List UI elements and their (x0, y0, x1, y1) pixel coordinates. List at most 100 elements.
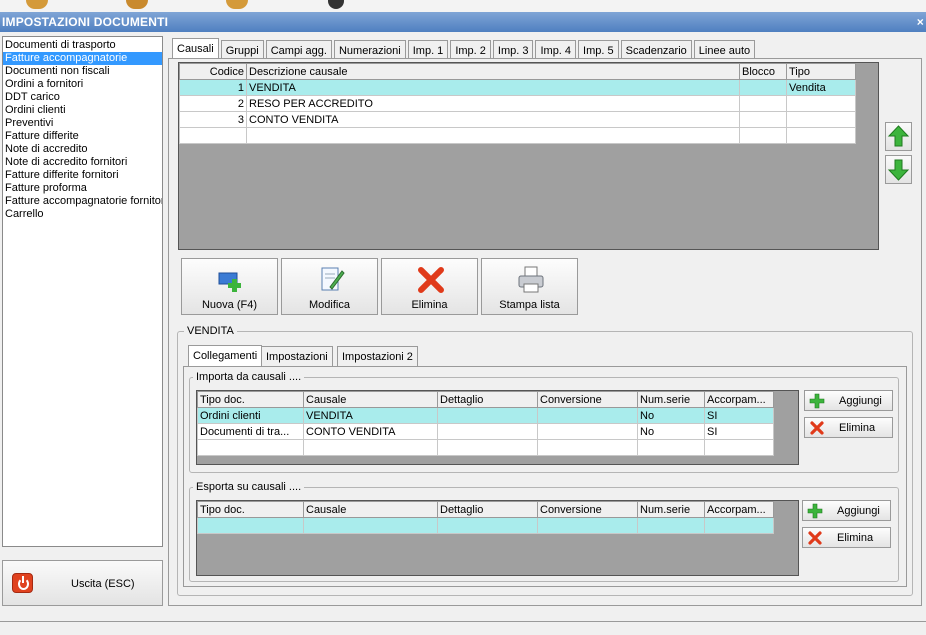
column-header[interactable]: Conversione (537, 391, 638, 408)
tab-linee-auto[interactable]: Linee auto (693, 40, 756, 60)
print-list-button[interactable]: Stampa lista (481, 258, 578, 315)
table-cell (246, 127, 740, 144)
list-item[interactable]: Fatture differite fornitori (3, 169, 162, 182)
table-row[interactable]: 2 RESO PER ACCREDITO (179, 95, 856, 112)
exit-button[interactable]: Uscita (ESC) (2, 560, 163, 606)
import-remove-button[interactable]: Elimina (804, 417, 893, 438)
list-item[interactable]: Fatture accompagnatorie fornitori (3, 195, 162, 208)
column-header[interactable]: Dettaglio (437, 391, 538, 408)
tab-imp-4[interactable]: Imp. 4 (535, 40, 577, 60)
user-icon (26, 0, 48, 9)
list-item[interactable]: Documenti di trasporto (3, 39, 162, 52)
list-item[interactable]: DDT carico (3, 91, 162, 104)
table-cell: 3 (179, 111, 247, 128)
new-causale-label: Nuova (F4) (201, 299, 258, 311)
table-row[interactable]: Documenti di tra... CONTO VENDITA No SI (197, 423, 774, 440)
list-item[interactable]: Carrello (3, 208, 162, 221)
tab-imp-3[interactable]: Imp. 3 (492, 40, 534, 60)
tab-scadenzario[interactable]: Scadenzario (620, 40, 692, 60)
subtab-impostazioni[interactable]: Impostazioni (261, 346, 333, 366)
causali-grid[interactable]: Codice Descrizione causale Blocco Tipo 1 VEN… (178, 62, 879, 250)
column-header[interactable]: Num.serie (637, 391, 705, 408)
export-remove-button[interactable]: Elimina (802, 527, 891, 548)
column-header[interactable]: Accorpam... (704, 391, 774, 408)
table-cell (537, 439, 638, 456)
move-down-button[interactable] (885, 155, 912, 184)
table-cell (739, 79, 787, 96)
close-icon[interactable]: × (917, 12, 924, 32)
import-group-title: Importa da causali .... (193, 371, 305, 383)
subtab-impostazioni-2[interactable]: Impostazioni 2 (337, 346, 418, 366)
list-item[interactable]: Preventivi (3, 117, 162, 130)
table-cell (303, 439, 438, 456)
move-up-button[interactable] (885, 122, 912, 151)
column-header[interactable]: Num.serie (637, 501, 705, 518)
column-header[interactable]: Accorpam... (704, 501, 774, 518)
column-header[interactable]: Descrizione causale (246, 63, 740, 80)
list-item[interactable]: Fatture proforma (3, 182, 162, 195)
import-remove-label: Elimina (839, 422, 876, 434)
user-icon (328, 0, 344, 9)
export-grid[interactable]: Tipo doc. Causale Dettaglio Conversione Num.… (196, 500, 799, 576)
tab-imp-2[interactable]: Imp. 2 (450, 40, 491, 60)
table-cell: SI (704, 407, 774, 424)
import-grid[interactable]: Tipo doc. Causale Dettaglio Conversione Num.… (196, 390, 799, 465)
tab-causali[interactable]: Causali (172, 38, 219, 60)
table-cell: CONTO VENDITA (246, 111, 740, 128)
settings-tabs: Causali Gruppi Campi agg. Numerazioni Imp. 1… (172, 38, 757, 60)
window-title: IMPOSTAZIONI DOCUMENTI (2, 15, 169, 29)
document-type-list[interactable]: Documenti di trasporto Fatture accompagna… (2, 36, 163, 547)
table-cell (704, 439, 774, 456)
subtab-collegamenti[interactable]: Collegamenti (188, 345, 263, 367)
table-row[interactable]: 3 CONTO VENDITA (179, 111, 856, 128)
tab-gruppi[interactable]: Gruppi (220, 40, 264, 60)
list-item[interactable]: Fatture accompagnatorie (3, 52, 162, 65)
delete-icon (810, 421, 824, 435)
window-title-bar: IMPOSTAZIONI DOCUMENTI × (0, 12, 926, 32)
list-item[interactable]: Documenti non fiscali (3, 65, 162, 78)
delete-causale-button[interactable]: Elimina (381, 258, 478, 315)
tab-campi-agg[interactable]: Campi agg. (265, 40, 332, 60)
column-header[interactable]: Conversione (537, 501, 638, 518)
table-cell: SI (704, 423, 774, 440)
status-bar (0, 621, 926, 635)
delete-causale-label: Elimina (411, 299, 448, 311)
table-cell (179, 127, 247, 144)
table-row[interactable]: 1 VENDITA Vendita (179, 79, 856, 96)
table-cell (437, 439, 538, 456)
printer-icon (518, 266, 544, 293)
column-header[interactable]: Blocco (739, 63, 787, 80)
table-cell (637, 439, 705, 456)
import-add-label: Aggiungi (839, 395, 882, 407)
column-header[interactable]: Dettaglio (437, 501, 538, 518)
table-row[interactable] (197, 517, 774, 534)
column-header[interactable]: Tipo doc. (197, 501, 304, 518)
list-item[interactable]: Note di accredito fornitori (3, 156, 162, 169)
table-cell (739, 111, 787, 128)
edit-document-icon (321, 267, 345, 291)
import-add-button[interactable]: Aggiungi (804, 390, 893, 411)
column-header[interactable]: Tipo doc. (197, 391, 304, 408)
column-header[interactable]: Codice (179, 63, 247, 80)
table-row[interactable]: Ordini clienti VENDITA No SI (197, 407, 774, 424)
export-add-button[interactable]: Aggiungi (802, 500, 891, 521)
list-item[interactable]: Ordini a fornitori (3, 78, 162, 91)
tab-imp-5[interactable]: Imp. 5 (578, 40, 619, 60)
table-row[interactable] (179, 127, 856, 144)
table-cell (739, 95, 787, 112)
column-header[interactable]: Tipo (786, 63, 856, 80)
delete-icon (418, 267, 444, 293)
user-icon (126, 0, 148, 9)
tab-imp-1[interactable]: Imp. 1 (407, 40, 449, 60)
list-item[interactable]: Note di accredito (3, 143, 162, 156)
column-header[interactable]: Causale (303, 501, 438, 518)
edit-causale-label: Modifica (309, 299, 350, 311)
edit-causale-button[interactable]: Modifica (281, 258, 378, 315)
table-cell (437, 407, 538, 424)
tab-numerazioni[interactable]: Numerazioni (333, 40, 406, 60)
column-header[interactable]: Causale (303, 391, 438, 408)
new-causale-button[interactable]: Nuova (F4) (181, 258, 278, 315)
list-item[interactable]: Fatture differite (3, 130, 162, 143)
table-row[interactable] (197, 439, 774, 456)
list-item[interactable]: Ordini clienti (3, 104, 162, 117)
